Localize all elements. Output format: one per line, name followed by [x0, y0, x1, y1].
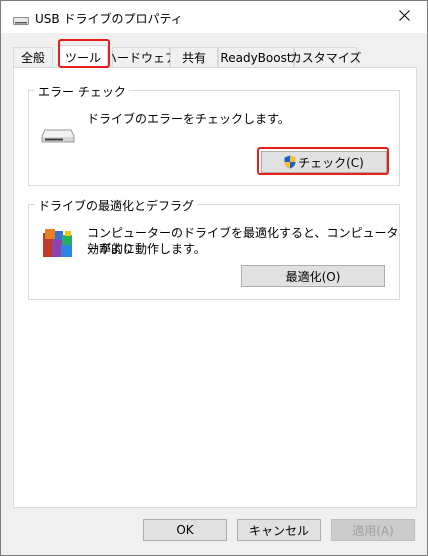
- optimize-group: ドライブの最適化とデフラグ コンピューターのドライブを最適化すると、コンピュータ…: [28, 197, 400, 300]
- optimize-description-line2: 効率的に動作します。: [87, 242, 206, 256]
- cancel-button-label: キャンセル: [248, 523, 309, 538]
- title-bar: USB ドライブのプロパティ: [1, 1, 427, 33]
- apply-button-label: 適用(A): [352, 523, 394, 538]
- tab-label: 全般: [20, 51, 45, 65]
- tab-readyboost[interactable]: ReadyBoost: [218, 47, 294, 67]
- error-check-description: ドライブのエラーをチェックします。: [87, 112, 290, 126]
- tab-label: 共有: [181, 51, 206, 65]
- tab-sharing[interactable]: 共有: [170, 47, 218, 67]
- optimize-button[interactable]: 最適化(O): [241, 265, 385, 287]
- close-button[interactable]: [381, 1, 427, 33]
- tab-tools[interactable]: ツール: [58, 45, 108, 68]
- tab-strip: 全般 ツール ハードウェア 共有 ReadyBoost カスタマイズ: [13, 45, 417, 68]
- ok-button[interactable]: OK: [143, 519, 227, 541]
- drive-icon: [41, 129, 75, 146]
- tab-label: ツール: [64, 50, 101, 65]
- tab-hardware[interactable]: ハードウェア: [105, 47, 177, 67]
- error-check-group: エラー チェック ドライブのエラーをチェックします。 チェック(C): [28, 83, 400, 186]
- optimize-button-label: 最適化(O): [285, 269, 341, 284]
- check-button[interactable]: チェック(C): [261, 151, 387, 173]
- optimize-title: ドライブの最適化とデフラグ: [35, 197, 198, 214]
- usb-drive-icon: [13, 14, 29, 25]
- uac-shield-icon: [284, 155, 296, 169]
- tab-label: ハードウェア: [105, 51, 178, 65]
- tools-tab-page: エラー チェック ドライブのエラーをチェックします。 チェック(C) ドライブの…: [13, 67, 417, 508]
- check-button-label: チェック(C): [298, 155, 364, 170]
- error-check-title: エラー チェック: [35, 83, 129, 100]
- tab-general[interactable]: 全般: [13, 47, 53, 67]
- properties-window: USB ドライブのプロパティ 全般 ツール ハードウェア 共有 ReadyBoo…: [0, 0, 428, 556]
- apply-button[interactable]: 適用(A): [331, 519, 415, 541]
- tab-label: ReadyBoost: [220, 50, 292, 65]
- tab-label: カスタマイズ: [289, 51, 362, 65]
- window-title: USB ドライブのプロパティ: [35, 12, 183, 26]
- close-icon: [398, 10, 410, 24]
- defrag-icon: [41, 227, 75, 262]
- cancel-button[interactable]: キャンセル: [237, 519, 321, 541]
- tab-customize[interactable]: カスタマイズ: [290, 47, 361, 67]
- ok-button-label: OK: [176, 523, 194, 537]
